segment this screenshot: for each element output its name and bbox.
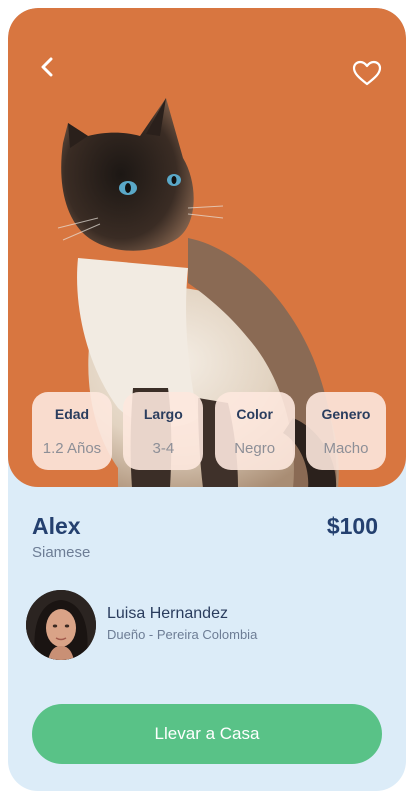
pet-detail-card: Edad 1.2 Años Largo 3-4 Color Negro Gene… bbox=[8, 8, 406, 791]
stat-label: Largo bbox=[143, 406, 183, 422]
favorite-button[interactable] bbox=[352, 60, 384, 88]
stat-label: Color bbox=[236, 406, 273, 422]
stat-value: 1.2 Años bbox=[42, 440, 102, 457]
stat-label: Edad bbox=[54, 406, 90, 422]
back-button[interactable] bbox=[34, 54, 60, 80]
stat-value: 3-4 bbox=[152, 440, 175, 457]
owner-name: Luisa Hernandez bbox=[107, 605, 228, 622]
pet-stats: Edad 1.2 Años Largo 3-4 Color Negro Gene… bbox=[32, 392, 386, 470]
stat-value: Macho bbox=[323, 440, 369, 457]
owner-avatar[interactable] bbox=[26, 590, 96, 660]
stat-card-length: Largo 3-4 bbox=[123, 392, 204, 470]
chevron-left-icon bbox=[41, 57, 53, 77]
pet-breed: Siamese bbox=[32, 544, 91, 561]
owner-location: Dueño - Pereira Colombia bbox=[107, 627, 258, 642]
stat-label: Genero bbox=[321, 406, 371, 422]
pet-name: Alex bbox=[32, 513, 81, 539]
stat-card-color: Color Negro bbox=[214, 392, 295, 470]
stat-value: Negro bbox=[234, 440, 276, 457]
owner-photo bbox=[26, 590, 96, 660]
stat-card-age: Edad 1.2 Años bbox=[32, 392, 112, 470]
stat-card-gender: Genero Macho bbox=[305, 392, 386, 470]
heart-outline-icon bbox=[352, 60, 382, 86]
pet-hero: Edad 1.2 Años Largo 3-4 Color Negro Gene… bbox=[8, 8, 406, 487]
pet-price: $100 bbox=[326, 513, 378, 539]
adopt-button[interactable]: Llevar a Casa bbox=[32, 704, 382, 764]
